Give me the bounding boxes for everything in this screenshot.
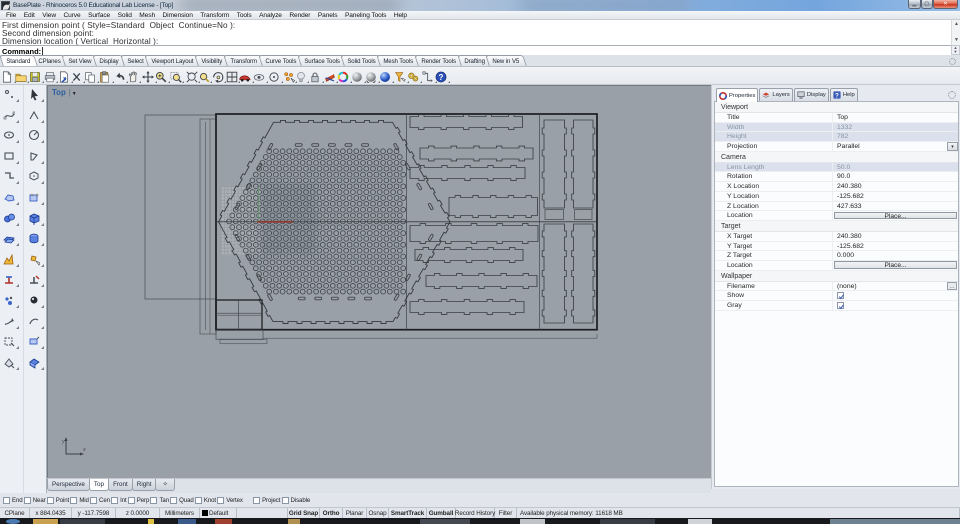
svg-text:y: y (62, 439, 65, 445)
svg-text:x: x (82, 447, 86, 453)
svg-text:?: ? (835, 92, 839, 99)
svg-text:?: ? (439, 72, 444, 81)
